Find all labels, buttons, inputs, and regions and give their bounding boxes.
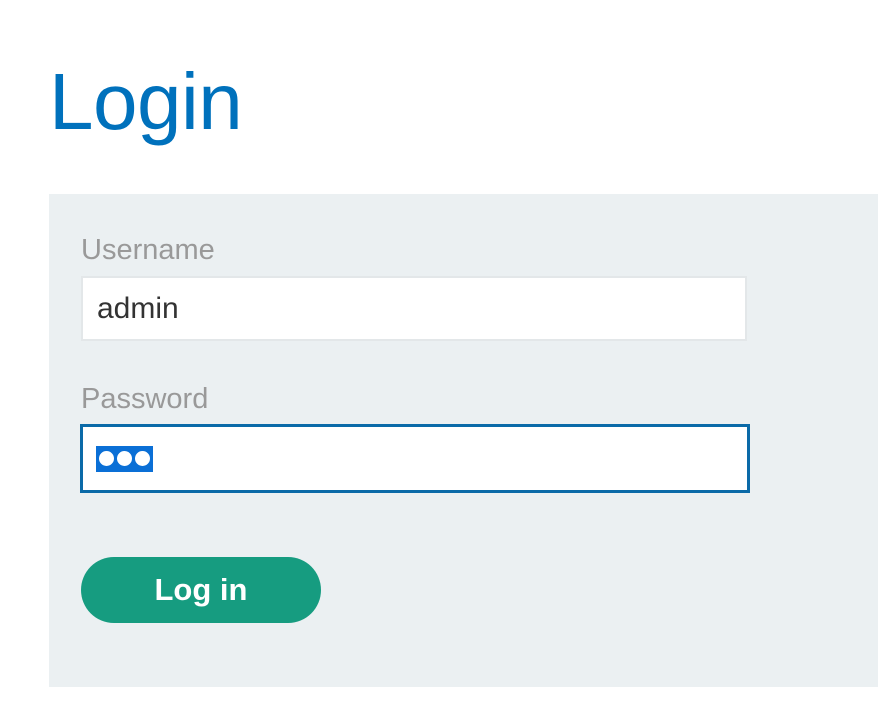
page-title: Login xyxy=(49,57,243,146)
username-input[interactable] xyxy=(81,276,747,341)
password-mask-dot xyxy=(117,451,132,466)
password-selected-text xyxy=(96,445,153,472)
password-input[interactable] xyxy=(80,424,750,493)
login-button[interactable]: Log in xyxy=(81,557,321,623)
login-page: Login Username Password Log in xyxy=(0,0,878,715)
username-label: Username xyxy=(81,234,215,266)
password-mask-dot xyxy=(99,451,114,466)
password-label: Password xyxy=(81,383,209,415)
password-mask-dot xyxy=(135,451,150,466)
login-form-panel: Username Password Log in xyxy=(49,194,878,687)
